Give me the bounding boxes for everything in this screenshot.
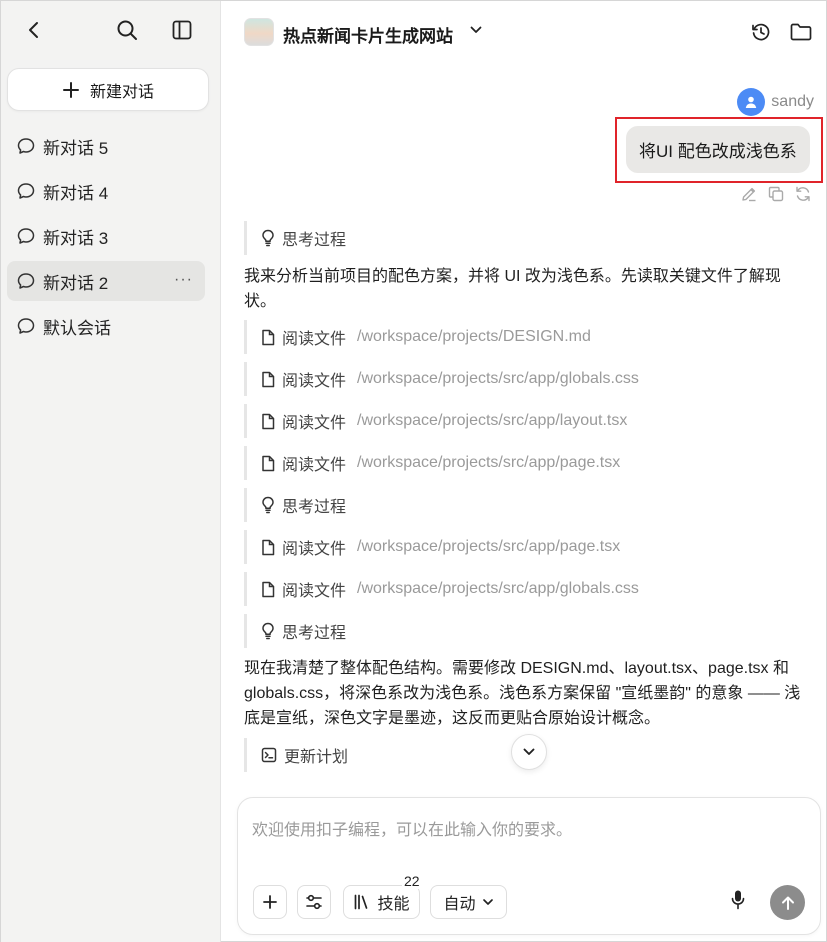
file-path: /workspace/projects/src/app/globals.css <box>357 370 639 387</box>
back-icon[interactable] <box>19 15 49 45</box>
header: 热点新闻卡片生成网站 <box>222 15 827 49</box>
microphone-icon[interactable] <box>731 889 745 916</box>
read-file-label: 阅读文件 <box>282 331 347 348</box>
project-title[interactable]: 热点新闻卡片生成网站 <box>283 22 453 47</box>
conversation-item[interactable]: 默认会话 <box>7 306 205 346</box>
skills-label: 技能 <box>377 896 410 913</box>
edit-icon[interactable] <box>740 185 758 208</box>
read-file-step[interactable]: 阅读文件 /workspace/projects/src/app/page.ts… <box>244 446 620 480</box>
books-icon <box>355 894 368 910</box>
search-icon[interactable] <box>112 15 142 45</box>
skills-button[interactable]: 技能 <box>343 885 420 919</box>
user-header: sandy <box>737 88 814 116</box>
user-icon <box>746 96 757 108</box>
mode-select[interactable]: 自动 <box>430 885 507 919</box>
new-chat-button[interactable]: 新建对话 <box>7 68 209 111</box>
assistant-paragraph: 我来分析当前项目的配色方案，并将 UI 改为浅色系。先读取关键文件了解现状。 <box>244 268 781 310</box>
regenerate-icon[interactable] <box>794 185 812 208</box>
thinking-step[interactable]: 思考过程 <box>244 221 346 255</box>
thinking-label: 思考过程 <box>282 499 347 516</box>
read-file-label: 阅读文件 <box>282 415 347 432</box>
read-file-label: 阅读文件 <box>282 541 347 558</box>
conversation-label: 新对话 4 <box>43 183 109 203</box>
message-actions <box>740 185 812 208</box>
read-file-step[interactable]: 阅读文件 /workspace/projects/src/app/globals… <box>244 572 639 606</box>
conversation-item[interactable]: 新对话 3 <box>7 216 205 256</box>
file-icon <box>262 581 275 597</box>
chat-bubble-icon <box>17 183 35 199</box>
project-logo <box>244 18 274 46</box>
conversation-list: 新对话 5 新对话 4 新对话 3 新对话 2 ··· 默认会话 <box>7 126 205 351</box>
thinking-step[interactable]: 思考过程 <box>244 488 346 522</box>
add-button[interactable] <box>253 885 287 919</box>
avatar <box>737 88 766 116</box>
scroll-down-button[interactable] <box>511 734 547 770</box>
arrow-up-icon <box>781 896 794 910</box>
thinking-label: 思考过程 <box>282 625 347 642</box>
send-button[interactable] <box>770 885 805 920</box>
user-message-text: 将UI 配色改成浅色系 <box>639 142 797 161</box>
conversation-item[interactable]: 新对话 5 <box>7 126 205 166</box>
prompt-input[interactable] <box>252 816 802 866</box>
terminal-icon <box>261 747 277 763</box>
conversation-item-active[interactable]: 新对话 2 ··· <box>7 261 205 301</box>
conversation-item[interactable]: 新对话 4 <box>7 171 205 211</box>
sidebar-toolbar <box>1 15 221 45</box>
file-icon <box>262 455 275 471</box>
file-path: /workspace/projects/DESIGN.md <box>357 328 591 345</box>
user-name: sandy <box>771 93 814 110</box>
new-chat-label: 新建对话 <box>89 83 154 101</box>
read-file-step[interactable]: 阅读文件 /workspace/projects/src/app/page.ts… <box>244 530 620 564</box>
settings-button[interactable] <box>297 885 331 919</box>
lightbulb-icon <box>262 496 274 514</box>
file-path: /workspace/projects/src/app/page.tsx <box>357 454 621 471</box>
sidebar-toggle-icon[interactable] <box>167 15 197 45</box>
file-path: /workspace/projects/src/app/layout.tsx <box>357 412 628 429</box>
thinking-step[interactable]: 思考过程 <box>244 614 346 648</box>
composer: 技能 22 自动 <box>237 797 821 935</box>
chat-bubble-icon <box>17 228 35 244</box>
file-path: /workspace/projects/src/app/page.tsx <box>357 538 621 555</box>
chevron-down-icon <box>523 748 535 755</box>
file-path: /workspace/projects/src/app/globals.css <box>357 580 639 597</box>
user-message-bubble: 将UI 配色改成浅色系 <box>626 126 810 173</box>
file-icon <box>262 413 275 429</box>
read-file-label: 阅读文件 <box>282 373 347 390</box>
main-panel: 热点新闻卡片生成网站 sandy 将UI 配色改成浅色系 思考过程 我来分析当前… <box>222 1 827 942</box>
lightbulb-icon <box>262 229 274 247</box>
file-icon <box>262 329 275 345</box>
copy-icon[interactable] <box>767 185 785 208</box>
history-icon[interactable] <box>746 17 776 47</box>
read-file-step[interactable]: 阅读文件 /workspace/projects/src/app/globals… <box>244 362 639 396</box>
folder-icon[interactable] <box>786 17 816 47</box>
chevron-down-icon <box>482 899 493 905</box>
read-file-step[interactable]: 阅读文件 /workspace/projects/src/app/layout.… <box>244 404 627 438</box>
plus-icon <box>62 81 79 98</box>
file-icon <box>262 539 275 555</box>
assistant-paragraph: 现在我清楚了整体配色结构。需要修改 DESIGN.md、layout.tsx、p… <box>244 660 801 727</box>
chat-bubble-icon <box>17 273 35 289</box>
conversation-label: 新对话 3 <box>43 228 109 248</box>
sliders-icon <box>306 894 322 910</box>
plus-icon <box>263 895 277 909</box>
thinking-label: 思考过程 <box>282 232 347 249</box>
chat-bubble-icon <box>17 318 35 334</box>
update-plan-step[interactable]: 更新计划 <box>244 738 348 772</box>
conversation-label: 默认会话 <box>43 318 111 338</box>
conversation-label: 新对话 2 <box>43 273 109 293</box>
chat-bubble-icon <box>17 138 35 154</box>
conversation-label: 新对话 5 <box>43 138 109 158</box>
read-file-label: 阅读文件 <box>282 457 347 474</box>
chevron-down-icon[interactable] <box>469 23 483 42</box>
lightbulb-icon <box>262 622 274 640</box>
skills-count-badge: 22 <box>402 873 422 889</box>
update-plan-label: 更新计划 <box>284 749 349 766</box>
read-file-label: 阅读文件 <box>282 583 347 600</box>
mode-label: 自动 <box>443 896 476 913</box>
sidebar: 新建对话 新对话 5 新对话 4 新对话 3 新对话 2 ··· 默认会话 <box>1 1 221 942</box>
more-options-icon[interactable]: ··· <box>174 271 193 289</box>
file-icon <box>262 371 275 387</box>
read-file-step[interactable]: 阅读文件 /workspace/projects/DESIGN.md <box>244 320 591 354</box>
